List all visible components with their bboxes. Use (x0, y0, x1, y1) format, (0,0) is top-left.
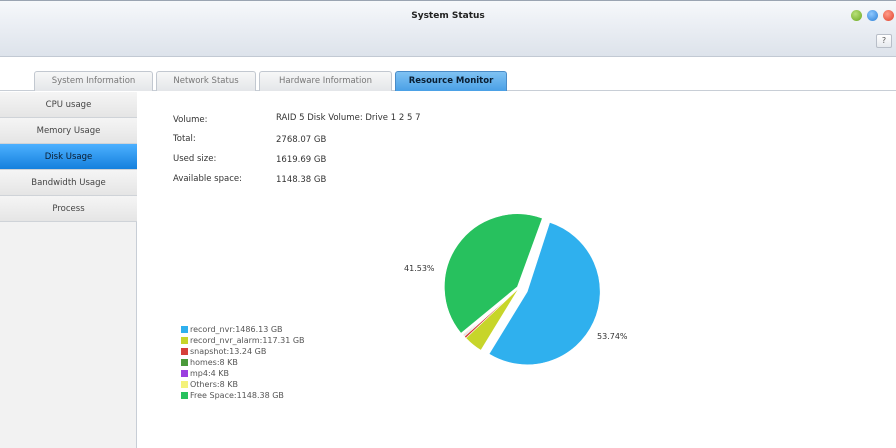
legend-item: record_nvr:1486.13 GB (181, 324, 305, 335)
title-bar: System Status ? (0, 1, 896, 57)
legend-swatch (181, 337, 188, 344)
legend-label: Free Space:1148.38 GB (190, 391, 284, 400)
sidebar-item-memory-usage[interactable]: Memory Usage (0, 118, 137, 144)
legend-label: homes:8 KB (190, 358, 238, 367)
system-status-window: System Status ? System Information Netwo… (0, 0, 896, 448)
sidebar-item-disk-usage[interactable]: Disk Usage (0, 144, 137, 170)
legend-item: snapshot:13.24 GB (181, 346, 305, 357)
window-title: System Status (411, 11, 485, 21)
legend-item: record_nvr_alarm:117.31 GB (181, 335, 305, 346)
legend-label: Others:8 KB (190, 380, 238, 389)
sidebar-item-bandwidth-usage[interactable]: Bandwidth Usage (0, 170, 137, 196)
legend-item: Free Space:1148.38 GB (181, 390, 305, 401)
legend-swatch (181, 392, 188, 399)
pie-percent-label-used: 53.74% (597, 332, 628, 341)
legend-item: mp4:4 KB (181, 368, 305, 379)
minimize-icon[interactable] (851, 10, 862, 21)
legend-swatch (181, 359, 188, 366)
sidebar-item-cpu-usage[interactable]: CPU usage (0, 92, 137, 118)
close-icon[interactable] (883, 10, 894, 21)
maximize-icon[interactable] (867, 10, 878, 21)
legend-item: homes:8 KB (181, 357, 305, 368)
legend-label: record_nvr_alarm:117.31 GB (190, 336, 305, 345)
help-button[interactable]: ? (876, 34, 892, 48)
tab-system-information[interactable]: System Information (34, 71, 153, 91)
tab-hardware-information[interactable]: Hardware Information (259, 71, 392, 91)
legend-item: Others:8 KB (181, 379, 305, 390)
legend-swatch (181, 370, 188, 377)
pie-legend: record_nvr:1486.13 GB record_nvr_alarm:11… (181, 324, 305, 401)
legend-label: snapshot:13.24 GB (190, 347, 267, 356)
sidebar: CPU usage Memory Usage Disk Usage Bandwi… (0, 92, 137, 448)
tab-network-status[interactable]: Network Status (156, 71, 256, 91)
legend-label: mp4:4 KB (190, 369, 230, 378)
legend-swatch (181, 326, 188, 333)
tab-strip: System Information Network Status Hardwa… (0, 57, 896, 91)
tab-resource-monitor[interactable]: Resource Monitor (395, 71, 507, 91)
legend-swatch (181, 348, 188, 355)
legend-label: record_nvr:1486.13 GB (190, 325, 283, 334)
disk-usage-panel: Volume: RAID 5 Disk Volume: Drive 1 2 5 … (138, 92, 896, 448)
sidebar-item-process[interactable]: Process (0, 196, 137, 222)
pie-percent-label-free: 41.53% (404, 264, 435, 273)
legend-swatch (181, 381, 188, 388)
